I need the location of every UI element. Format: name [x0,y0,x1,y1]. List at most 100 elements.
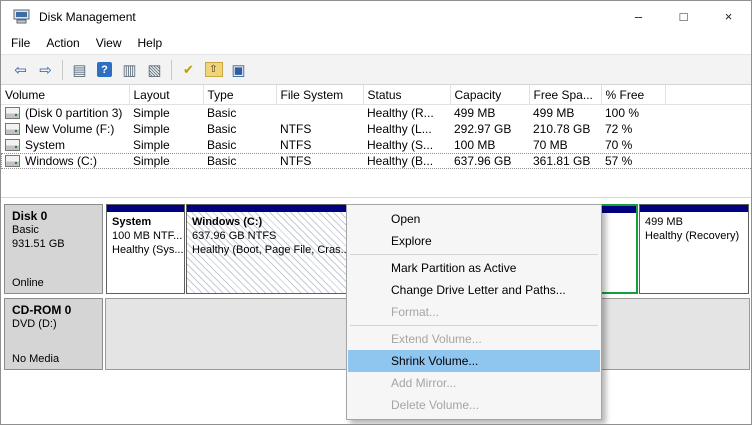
volume-row-disk0-partition3[interactable]: (Disk 0 partition 3) Simple Basic Health… [1,105,751,122]
partition-status: Healthy (Recovery) [645,230,740,242]
titlebar: Disk Management – □ × [1,1,751,32]
disk0-name: Disk 0 [12,209,48,223]
column-header-type[interactable]: Type [203,85,277,105]
toolbar-separator [62,59,63,80]
volume-icon [5,139,20,151]
disk0-status: Online [12,277,44,289]
volume-name: System [25,138,66,152]
cell-capacity: 100 MB [454,138,496,152]
cell-status: Healthy (R... [367,106,434,120]
volume-name: Windows (C:) [25,154,98,168]
column-header-file-system[interactable]: File System [276,85,364,105]
partition-recovery[interactable]: 499 MB Healthy (Recovery) [639,204,749,294]
column-header-capacity[interactable]: Capacity [450,85,530,105]
column-header-pct-free[interactable]: % Free [601,85,666,105]
partition-status: Healthy (Boot, Page File, Cras... [192,244,346,256]
table-header-row: Volume Layout Type File System Status Ca… [1,85,751,105]
menu-action[interactable]: Action [38,33,87,53]
volume-icon [5,123,20,135]
folder-up-icon[interactable]: ⇧ [201,58,226,82]
menu-item-shrink-volume[interactable]: Shrink Volume... [348,350,600,372]
partition-system[interactable]: System 100 MB NTF... Healthy (Sys... [106,204,185,294]
cdrom-header[interactable]: CD-ROM 0 DVD (D:) No Media [4,298,103,370]
cell-pct-free: 70 % [605,138,633,152]
partition-status: Healthy (Sys... [112,244,184,256]
volume-row-windows-c[interactable]: Windows (C:) Simple Basic NTFS Healthy (… [1,153,751,169]
column-header-layout[interactable]: Layout [129,85,204,105]
cell-free-space: 499 MB [533,106,575,120]
volume-name: New Volume (F:) [25,122,115,136]
mark-check-icon[interactable]: ✔ [176,58,201,82]
cell-capacity: 499 MB [454,106,496,120]
partition-color-stripe [640,205,748,212]
toolbar: ⇦ ⇨ ▤ ? ▥ ▧ ✔ ⇧ ▣ [1,54,751,85]
menu-item-mark-partition-active[interactable]: Mark Partition as Active [348,257,600,279]
partition-size: 100 MB NTF... [112,230,183,242]
cell-capacity: 292.97 GB [454,122,512,136]
cell-status: Healthy (L... [367,122,432,136]
window-title: Disk Management [39,9,136,24]
back-icon[interactable]: ⇦ [8,58,33,82]
dialog-icon[interactable]: ▧ [142,58,167,82]
cell-layout: Simple [133,106,170,120]
partition-size: 499 MB [645,216,683,228]
show-action-pane-icon[interactable]: ▥ [117,58,142,82]
cell-pct-free: 100 % [605,106,640,120]
volume-row-system[interactable]: System Simple Basic NTFS Healthy (S... 1… [1,137,751,153]
window-controls: – □ × [616,1,751,32]
column-header-free-space[interactable]: Free Spa... [529,85,602,105]
disk0-header[interactable]: Disk 0 Basic 931.51 GB Online [4,204,103,294]
cell-layout: Simple [133,138,170,152]
cell-file-system: NTFS [280,122,312,136]
partition-size: 637.96 GB NTFS [192,230,277,242]
close-icon[interactable]: × [706,1,751,32]
menu-item-extend-volume: Extend Volume... [391,332,482,346]
partition-name: Windows (C:) [192,216,263,228]
maximize-icon[interactable]: □ [661,1,706,32]
show-console-tree-icon[interactable]: ▤ [67,58,92,82]
screen-icon[interactable]: ▣ [226,58,251,82]
column-header-volume[interactable]: Volume [1,85,130,105]
cdrom-name: CD-ROM 0 [12,303,72,317]
cell-type: Basic [207,154,237,168]
cell-type: Basic [207,106,237,120]
column-header-status[interactable]: Status [363,85,451,105]
cell-free-space: 361.81 GB [533,154,591,168]
cell-file-system: NTFS [280,138,312,152]
cell-free-space: 70 MB [533,138,568,152]
menu-item-open[interactable]: Open [348,208,600,230]
partition-color-stripe [107,205,184,212]
cell-file-system: NTFS [280,154,312,168]
app-icon[interactable] [13,9,30,24]
menu-item-delete-volume: Delete Volume... [391,398,480,412]
volume-list: Volume Layout Type File System Status Ca… [1,85,751,169]
partition-windows-c[interactable]: Windows (C:) 637.96 GB NTFS Healthy (Boo… [186,204,347,294]
volume-icon [5,107,20,119]
cdrom-kind: DVD (D:) [12,318,57,330]
volume-icon [5,155,20,167]
partition-name: System [112,216,152,228]
cell-layout: Simple [133,122,170,136]
forward-icon[interactable]: ⇨ [33,58,58,82]
menu-help[interactable]: Help [130,33,171,53]
menu-view[interactable]: View [88,33,130,53]
disk-management-window: Disk Management – □ × File Action View H… [0,0,752,425]
menu-file[interactable]: File [3,33,38,53]
toolbar-separator [171,59,172,80]
cell-status: Healthy (S... [367,138,434,152]
disk0-kind: Basic [12,224,39,236]
cell-status: Healthy (B... [367,154,434,168]
partition-color-stripe [187,205,346,212]
disk0-size: 931.51 GB [12,238,65,250]
cell-pct-free: 72 % [605,122,633,136]
menu-item-explore[interactable]: Explore [348,230,600,252]
menubar: File Action View Help [1,32,751,54]
menu-item-change-drive-letter[interactable]: Change Drive Letter and Paths... [348,279,600,301]
menu-item-format: Format... [391,305,440,319]
cell-type: Basic [207,122,237,136]
cell-pct-free: 57 % [605,154,633,168]
help-icon[interactable]: ? [92,58,117,82]
volume-row-new-volume-f[interactable]: New Volume (F:) Simple Basic NTFS Health… [1,121,751,137]
cell-file-system [276,105,363,122]
minimize-icon[interactable]: – [616,1,661,32]
